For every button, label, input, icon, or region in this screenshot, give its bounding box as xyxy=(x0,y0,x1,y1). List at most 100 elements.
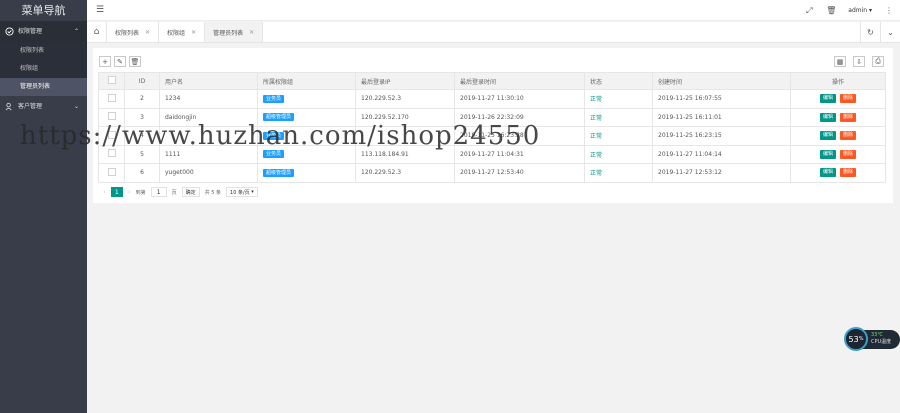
home-icon[interactable]: ⌂ xyxy=(87,22,107,42)
cpu-percent: 53 xyxy=(848,334,859,344)
chevron-down-icon[interactable]: ⌄ xyxy=(880,22,900,42)
tab-controls: ↻ ⌄ xyxy=(860,22,900,42)
next-page-icon[interactable]: › xyxy=(128,188,131,196)
cpu-usage-gauge: 53% xyxy=(844,327,868,351)
table-row: 6 yuget000 超级管理员 120.229.52.3 2019-11-27… xyxy=(98,163,886,183)
row-checkbox[interactable] xyxy=(98,89,125,109)
cell-group: 业务员 xyxy=(257,89,356,109)
tab-label: 管理员列表 xyxy=(213,29,244,37)
cell-group: 超级管理员 xyxy=(257,163,356,183)
table-header-row: ID 用户名 所属权限组 最后登录IP 最后登录时间 状态 创建时间 操作 xyxy=(98,72,886,90)
cell-actions: 编辑 删除 xyxy=(790,107,886,127)
delete-button[interactable]: 删除 xyxy=(840,168,857,178)
user-icon xyxy=(5,102,14,111)
username: admin xyxy=(848,7,868,14)
tab-label: 权限组 xyxy=(167,29,186,37)
columns-icon[interactable]: ▦ xyxy=(834,56,846,67)
table-row: 2 1234 业务员 120.229.52.3 2019-11-27 11:30… xyxy=(98,89,886,109)
print-icon[interactable]: ⎙ xyxy=(872,56,884,67)
cell-status: 正常 xyxy=(584,89,653,109)
tab-bar: ⌂ 权限列表 ✕ 权限组 ✕ 管理员列表 ✕ ↻ ⌄ xyxy=(87,22,900,43)
sidebar-item-admin-list[interactable]: 管理员列表 xyxy=(0,78,87,96)
export-icon[interactable]: ⇩ xyxy=(853,56,865,67)
chevron-up-icon: ⌃ xyxy=(73,28,79,35)
tab-label: 权限列表 xyxy=(115,29,140,37)
refresh-icon[interactable]: ↻ xyxy=(860,22,880,42)
cell-last-login: 2019-11-27 11:30:10 xyxy=(454,89,585,109)
user-menu[interactable]: admin ▾ xyxy=(842,7,878,14)
cell-actions: 编辑 删除 xyxy=(790,144,886,164)
cell-last-login: 2019-11-27 12:53:40 xyxy=(454,163,585,183)
delete-button[interactable]: 删除 xyxy=(840,112,857,122)
goto-label: 到第 xyxy=(135,189,146,196)
cpu-temp: 33℃ xyxy=(871,332,883,338)
col-actions: 操作 xyxy=(790,72,886,90)
cell-created: 2019-11-25 16:11:01 xyxy=(652,107,791,127)
col-created: 创建时间 xyxy=(652,72,791,90)
trash-icon[interactable]: 🗑 xyxy=(820,6,842,15)
page-current[interactable]: 1 xyxy=(110,187,123,197)
top-header: ☰ ⤢ 🗑 admin ▾ ⋮ xyxy=(87,0,900,21)
edit-button[interactable]: 编辑 xyxy=(819,149,836,159)
col-last-login: 最后登录时间 xyxy=(454,72,585,90)
cell-username: 1234 xyxy=(159,89,258,109)
delete-icon[interactable]: 🗑 xyxy=(129,56,141,67)
sidebar-item-permission-list[interactable]: 权限列表 xyxy=(0,42,87,60)
cell-status: 正常 xyxy=(584,144,653,164)
sidebar-group-label: 客户管理 xyxy=(18,103,43,110)
delete-button[interactable]: 删除 xyxy=(840,94,857,104)
fullscreen-icon[interactable]: ⤢ xyxy=(798,6,820,16)
add-icon[interactable]: + xyxy=(99,56,111,67)
col-username: 用户名 xyxy=(159,72,258,90)
sidebar-item-permission-group[interactable]: 权限组 xyxy=(0,60,87,78)
sidebar-submenu: 权限列表 权限组 管理员列表 xyxy=(0,42,87,96)
edit-button[interactable]: 编辑 xyxy=(819,94,836,104)
sidebar-group-permissions[interactable]: 权限管理 ⌃ xyxy=(0,21,87,42)
cell-created: 2019-11-25 16:23:15 xyxy=(652,126,791,146)
close-icon[interactable]: ✕ xyxy=(191,29,196,36)
row-checkbox[interactable] xyxy=(98,163,125,183)
delete-button[interactable]: 删除 xyxy=(840,149,857,159)
col-status: 状态 xyxy=(584,72,653,90)
cell-actions: 编辑 删除 xyxy=(790,89,886,109)
per-page-select[interactable]: 10 条/页 ▾ xyxy=(226,187,258,197)
edit-icon[interactable]: ✎ xyxy=(114,56,126,67)
sidebar-group-customers[interactable]: 客户管理 ⌄ xyxy=(0,96,87,117)
cell-status: 正常 xyxy=(584,107,653,127)
edit-button[interactable]: 编辑 xyxy=(819,131,836,141)
cell-created: 2019-11-27 12:53:12 xyxy=(652,163,791,183)
table-toolbar: + ✎ 🗑 xyxy=(99,56,141,67)
header-actions: ⤢ 🗑 admin ▾ ⋮ xyxy=(798,0,900,21)
tab-permission-group[interactable]: 权限组 ✕ xyxy=(159,22,206,42)
shield-check-icon xyxy=(5,27,14,36)
cell-status: 正常 xyxy=(584,126,653,146)
cpu-percent-unit: % xyxy=(858,336,864,342)
cell-ip: 120.229.52.3 xyxy=(355,163,455,183)
chevron-down-icon: ⌄ xyxy=(73,103,79,110)
edit-button[interactable]: 编辑 xyxy=(819,168,836,178)
select-all-checkbox[interactable] xyxy=(98,72,125,90)
close-icon[interactable]: ✕ xyxy=(145,29,150,36)
tab-admin-list[interactable]: 管理员列表 ✕ xyxy=(205,22,264,42)
menu-toggle-icon[interactable]: ☰ xyxy=(96,5,104,15)
cell-ip: 120.229.52.3 xyxy=(355,89,455,109)
cpu-temp-panel: 33℃ CPU温度 xyxy=(863,330,900,349)
tab-permission-list[interactable]: 权限列表 ✕ xyxy=(107,22,160,42)
confirm-page-button[interactable]: 确定 xyxy=(181,187,200,197)
delete-button[interactable]: 删除 xyxy=(840,131,857,141)
page-input[interactable]: 1 xyxy=(150,187,167,197)
per-page-value: 10 条/页 xyxy=(230,189,250,196)
close-icon[interactable]: ✕ xyxy=(249,29,254,36)
edit-button[interactable]: 编辑 xyxy=(819,112,836,122)
prev-page-icon[interactable]: ‹ xyxy=(103,188,106,196)
group-badge: 业务员 xyxy=(263,150,285,159)
group-badge: 超级管理员 xyxy=(263,168,295,177)
cell-status: 正常 xyxy=(584,163,653,183)
cpu-widget[interactable]: 33℃ CPU温度 53% xyxy=(844,327,900,351)
total-count: 共 5 条 xyxy=(204,189,222,196)
page-unit: 页 xyxy=(171,189,177,196)
col-id: ID xyxy=(124,72,160,90)
table-tools: ▦ ⇩ ⎙ xyxy=(834,56,884,67)
more-vertical-icon[interactable]: ⋮ xyxy=(878,6,900,15)
sidebar-group-label: 权限管理 xyxy=(18,28,43,35)
